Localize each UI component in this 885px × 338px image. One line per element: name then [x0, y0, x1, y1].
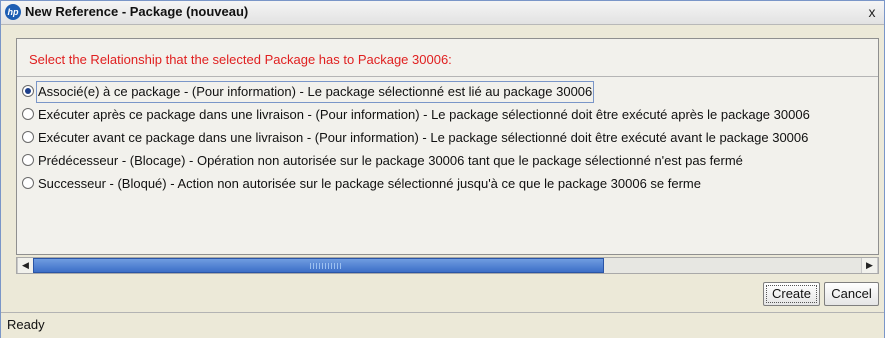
status-bar: Ready [1, 312, 884, 338]
cancel-button[interactable]: Cancel [824, 282, 879, 306]
status-text: Ready [7, 317, 45, 332]
radio-button[interactable] [22, 85, 34, 97]
app-logo-icon: hp [5, 4, 21, 20]
option-label: Exécuter avant ce package dans une livra… [38, 130, 809, 145]
relationship-panel: Select the Relationship that the selecte… [16, 38, 879, 255]
create-button[interactable]: Create [763, 282, 820, 306]
dialog-window: hp New Reference - Package (nouveau) x S… [0, 0, 885, 338]
grip-icon [310, 263, 342, 269]
horizontal-scrollbar[interactable]: ◀ ▶ [16, 257, 879, 274]
option-label: Associé(e) à ce package - (Pour informat… [36, 81, 595, 103]
radio-button[interactable] [22, 177, 34, 189]
window-title: New Reference - Package (nouveau) [25, 4, 249, 19]
divider [17, 76, 878, 77]
scroll-right-icon[interactable]: ▶ [861, 258, 878, 273]
option-label: Exécuter après ce package dans une livra… [38, 107, 810, 122]
radio-button[interactable] [22, 131, 34, 143]
scroll-thumb[interactable] [33, 258, 604, 273]
option-label: Prédécesseur - (Blocage) - Opération non… [38, 153, 743, 168]
radio-button[interactable] [22, 154, 34, 166]
close-icon[interactable]: x [864, 4, 880, 20]
radio-button[interactable] [22, 108, 34, 120]
instruction-text: Select the Relationship that the selecte… [29, 52, 452, 67]
relationship-options: Associé(e) à ce package - (Pour informat… [18, 81, 878, 246]
option-label: Successeur - (Bloqué) - Action non autor… [38, 176, 701, 191]
title-bar[interactable]: hp New Reference - Package (nouveau) x [1, 1, 884, 25]
scroll-left-icon[interactable]: ◀ [17, 258, 34, 273]
